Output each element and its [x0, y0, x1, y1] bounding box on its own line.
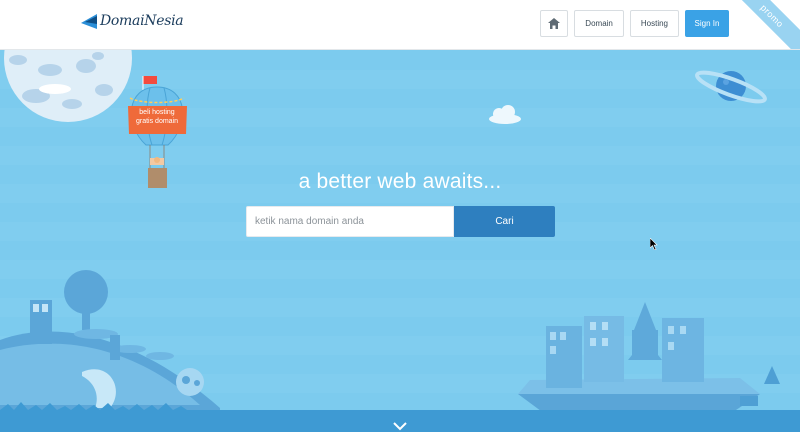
planet-illustration	[695, 70, 767, 104]
home-icon	[548, 18, 561, 29]
logo-text: DomaiNesia	[100, 13, 184, 29]
top-nav: Domain Hosting Sign In	[540, 10, 729, 37]
cloud-center	[489, 105, 521, 124]
home-button[interactable]	[540, 10, 569, 37]
domain-search-input[interactable]	[246, 206, 454, 237]
site-header: DomaiNesia Domain Hosting Sign In promo	[0, 0, 800, 50]
nav-domain-button[interactable]: Domain	[574, 10, 624, 37]
mouse-cursor-icon	[650, 238, 658, 250]
cloud-small	[39, 84, 71, 94]
logo-mark-icon	[81, 14, 97, 29]
balloon-line-1: beli hosting	[139, 109, 175, 116]
right-island-city	[518, 302, 780, 414]
hero-headline: a better web awaits...	[298, 170, 502, 193]
promo-ribbon[interactable]: promo	[729, 0, 800, 49]
site-logo[interactable]: DomaiNesia	[80, 11, 184, 31]
domain-search-form: Cari	[246, 206, 555, 237]
chevron-down-icon[interactable]	[392, 420, 408, 432]
search-button[interactable]: Cari	[454, 206, 555, 237]
balloon-promo-text: beli hosting gratis domain	[128, 108, 186, 126]
balloon-line-2: gratis domain	[135, 118, 179, 125]
nav-hosting-button[interactable]: Hosting	[629, 10, 679, 37]
sign-in-button[interactable]: Sign In	[685, 10, 729, 37]
